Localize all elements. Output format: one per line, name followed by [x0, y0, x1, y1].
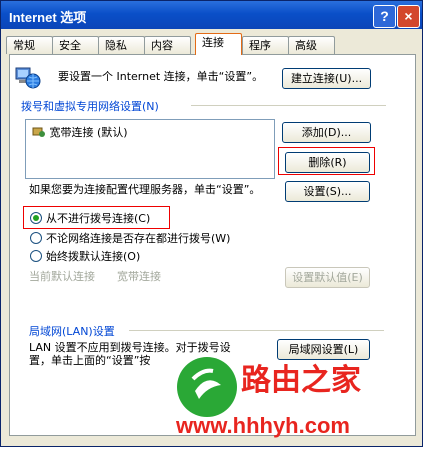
never-dial-label: 从不进行拨号连接(C) [46, 212, 151, 225]
close-button[interactable]: × [397, 5, 420, 28]
always-dial-default-radio[interactable] [30, 250, 42, 262]
current-default-value: 宽带连接 [117, 270, 161, 283]
watermark-url: www.hhhyh.com [176, 413, 350, 438]
help-button[interactable]: ? [373, 5, 396, 28]
proxy-instruction-line1: 如果您要为连接配置代理服务器，单击“设置”。 [29, 183, 261, 196]
remove-button-highlight [278, 147, 375, 175]
add-connection-button[interactable]: 添加(D)... [282, 122, 371, 143]
tab-connections[interactable]: 连接 [195, 33, 242, 55]
broadband-connection-icon [32, 127, 45, 137]
dialup-group-divider [191, 105, 386, 106]
never-dial-radio[interactable] [30, 212, 42, 224]
lan-group-label: 局域网(LAN)设置 [29, 325, 115, 338]
set-default-button[interactable]: 设置默认值(E) [285, 267, 370, 288]
always-dial-default-label: 始终拨默认连接(O) [46, 250, 141, 263]
dial-whenever-label: 不论网络连接是否存在都进行拨号(W) [46, 232, 231, 245]
tab-programs[interactable]: 程序 [242, 36, 289, 54]
dialup-group-label: 拨号和虚拟专用网络设置(N) [21, 100, 159, 113]
connections-listbox[interactable]: 宽带连接 (默认) [25, 119, 275, 179]
lan-description-line2: 置，单击上面的“设置”按 [29, 354, 151, 367]
watermark-brand: 路由之家 [241, 364, 361, 397]
internet-options-window: Internet 选项 ? × 常规 安全 隐私 内容 连接 程序 高级 要设置… [0, 0, 423, 447]
tab-privacy[interactable]: 隐私 [98, 36, 145, 54]
network-globe-icon [15, 67, 41, 89]
connection-name: 宽带连接 (默认) [49, 126, 128, 139]
lan-group-divider [129, 330, 384, 331]
current-default-label: 当前默认连接 [29, 270, 95, 283]
list-item[interactable]: 宽带连接 (默认) [32, 124, 128, 140]
tab-content[interactable]: 内容 [144, 36, 191, 54]
tab-security[interactable]: 安全 [52, 36, 99, 54]
settings-button[interactable]: 设置(S)... [285, 181, 370, 202]
window-title: Internet 选项 [9, 10, 87, 25]
tab-advanced[interactable]: 高级 [288, 36, 335, 54]
watermark: 路由之家 www.hhhyh.com [171, 343, 423, 448]
tab-general[interactable]: 常规 [6, 36, 53, 54]
setup-instruction-text: 要设置一个 Internet 连接，单击“设置”。 [58, 70, 264, 83]
dial-whenever-radio[interactable] [30, 232, 42, 244]
setup-connection-button[interactable]: 建立连接(U)... [282, 68, 371, 89]
title-bar[interactable]: Internet 选项 ? × [1, 1, 422, 29]
